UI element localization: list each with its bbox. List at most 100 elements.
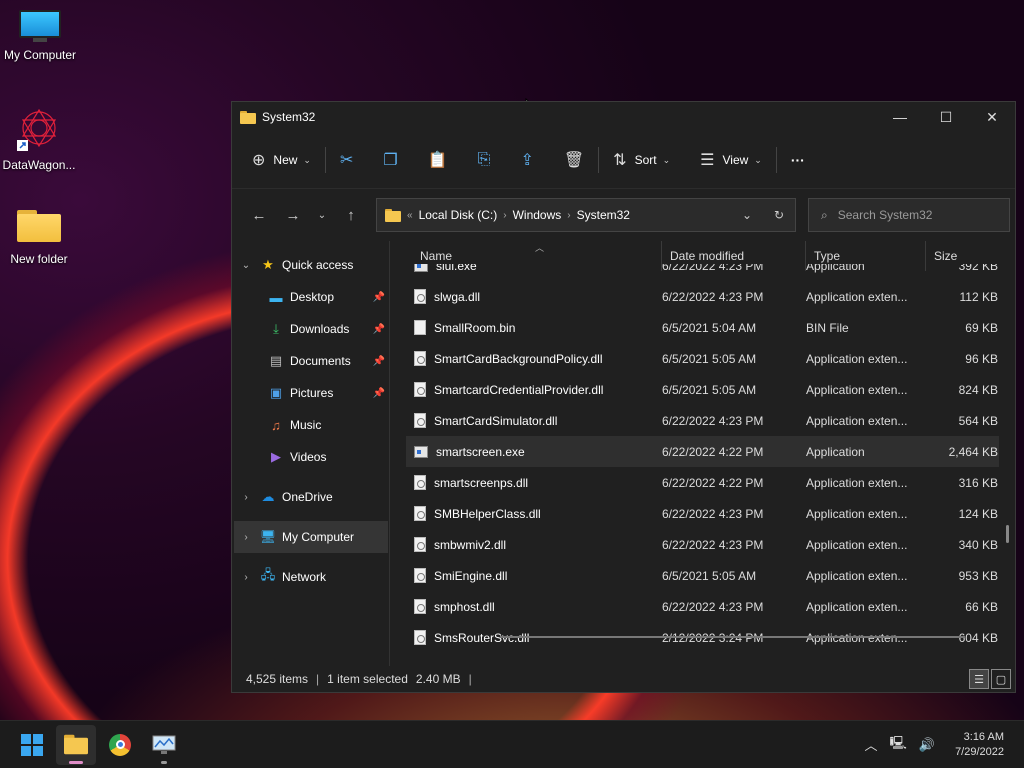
view-button[interactable]: ☰ View ⌄ — [692, 144, 770, 176]
back-button[interactable]: ← — [242, 200, 276, 230]
nav-desktop[interactable]: ▬ Desktop 📌 — [232, 281, 389, 313]
desktop-icon-my-computer[interactable]: My Computer — [0, 10, 80, 62]
file-icon — [414, 537, 426, 552]
file-row[interactable]: SmiEngine.dll 6/5/2021 5:05 AM Application… — [406, 560, 999, 591]
breadcrumb-windows[interactable]: Windows — [513, 208, 562, 222]
copy-icon: ❐ — [383, 152, 398, 169]
file-type: Application exten... — [806, 506, 908, 521]
maximize-button[interactable]: ☐ — [923, 102, 969, 132]
file-row[interactable]: slui.exe 6/22/2022 4:23 PM Application 392 … — [406, 264, 999, 281]
address-history-dropdown[interactable]: ⌄ — [731, 208, 763, 222]
music-icon: ♫ — [271, 417, 281, 433]
address-bar[interactable]: « Local Disk (C:) › Windows › System32 ⌄… — [376, 198, 796, 232]
star-icon: ★ — [262, 257, 274, 272]
file-row[interactable]: SMBHelperClass.dll 6/22/2022 4:23 PM Appli… — [406, 498, 999, 529]
file-row[interactable]: slwga.dll 6/22/2022 4:23 PM Application ex… — [406, 281, 999, 312]
file-name: SmartCardSimulator.dll — [434, 413, 558, 428]
file-row[interactable]: smbwmiv2.dll 6/22/2022 4:23 PM Application… — [406, 529, 999, 560]
rename-button[interactable]: ⎘ — [470, 144, 499, 176]
vertical-scrollbar[interactable] — [1006, 525, 1009, 543]
item-count: 4,525 items — [246, 672, 309, 686]
breadcrumb-system32[interactable]: System32 — [577, 208, 630, 222]
paste-button[interactable]: 📋 — [420, 144, 456, 176]
nav-pictures[interactable]: ▣ Pictures 📌 — [232, 377, 389, 409]
file-row[interactable]: SmartcardCredentialProvider.dll 6/5/2021 … — [406, 374, 999, 405]
file-row[interactable]: SmallRoom.bin 6/5/2021 5:04 AM BIN File 69 … — [406, 312, 999, 343]
nav-my-computer[interactable]: › 🖥 My Computer — [234, 521, 388, 553]
file-icon — [414, 289, 426, 304]
file-row[interactable]: smartscreenps.dll 6/22/2022 4:22 PM Applic… — [406, 467, 999, 498]
chevron-down-icon: ⌄ — [241, 259, 251, 271]
nav-label: My Computer — [282, 530, 355, 544]
desktop-icon-datawagon[interactable]: DataWagon... — [0, 106, 79, 172]
more-options-button[interactable]: ··· — [783, 144, 813, 176]
details-view-button[interactable]: ☰ — [969, 669, 989, 689]
trash-icon: 🗑 — [563, 152, 585, 169]
breadcrumb-local-disk[interactable]: Local Disk (C:) — [419, 208, 498, 222]
file-date: 6/5/2021 5:05 AM — [662, 382, 757, 397]
computer-icon: 🖥 — [259, 529, 277, 544]
tiles-view-button[interactable]: ▢ — [991, 669, 1011, 689]
file-date: 6/5/2021 5:05 AM — [662, 568, 757, 583]
nav-downloads[interactable]: ⤓ Downloads 📌 — [232, 313, 389, 345]
refresh-icon[interactable]: ↻ — [763, 208, 795, 222]
search-placeholder: Search System32 — [837, 208, 933, 222]
network-status-icon[interactable]: 🖳 — [890, 734, 907, 756]
file-row[interactable]: smphost.dll 6/22/2022 4:23 PM Application … — [406, 591, 999, 622]
application-file-icon — [414, 264, 428, 272]
taskbar-file-explorer[interactable] — [56, 724, 96, 765]
search-box[interactable]: ⌕ Search System32 — [808, 198, 1010, 232]
up-button[interactable]: ↑ — [334, 200, 368, 230]
file-row[interactable]: SmartCardBackgroundPolicy.dll 6/5/2021 5:… — [406, 343, 999, 374]
nav-videos[interactable]: ▶ Videos — [232, 441, 389, 473]
nav-documents[interactable]: ▤ Documents 📌 — [232, 345, 389, 377]
file-size: 392 KB — [958, 264, 998, 273]
minimize-button[interactable]: — — [877, 102, 923, 132]
start-button[interactable] — [12, 725, 52, 765]
file-row[interactable]: smartscreen.exe 6/22/2022 4:22 PM Applicat… — [406, 436, 999, 467]
selection-size: 2.40 MB — [415, 672, 461, 686]
volume-icon[interactable]: 🔊 — [919, 737, 935, 753]
file-icon — [414, 413, 426, 428]
recent-locations-button[interactable]: ⌄ — [310, 200, 334, 230]
forward-button[interactable]: → — [276, 200, 310, 230]
taskbar-chrome[interactable] — [100, 725, 140, 765]
divider: | — [316, 672, 320, 686]
taskbar-app[interactable] — [144, 725, 184, 765]
sort-icon: ⇅ — [613, 152, 627, 169]
pin-icon: 📌 — [372, 291, 385, 303]
nav-network[interactable]: › 🖧 Network — [232, 561, 389, 593]
horizontal-scrollbar[interactable] — [500, 636, 965, 638]
folder-icon — [17, 208, 61, 242]
nav-music[interactable]: ♫ Music — [232, 409, 389, 441]
cut-button[interactable]: ✂ — [332, 144, 361, 176]
clock[interactable]: 3:16 AM 7/29/2022 — [955, 730, 1004, 760]
file-name: SmartcardCredentialProvider.dll — [434, 382, 604, 397]
nav-quick-access[interactable]: ⌄ ★ Quick access — [232, 249, 389, 281]
copy-button[interactable]: ❐ — [375, 144, 405, 176]
desktop-icon-new-folder[interactable]: New folder — [0, 208, 79, 266]
file-icon — [414, 382, 426, 397]
file-date: 6/22/2022 4:23 PM — [662, 506, 764, 521]
file-size: 2,464 KB — [948, 444, 998, 459]
folder-icon — [385, 208, 401, 222]
file-type: BIN File — [806, 320, 849, 335]
close-button[interactable]: ✕ — [969, 102, 1015, 132]
new-button[interactable]: ⊕ New ⌄ — [244, 144, 319, 176]
file-name: smartscreen.exe — [436, 444, 525, 459]
video-icon: ▶ — [271, 449, 281, 464]
file-icon — [414, 568, 426, 583]
sort-button[interactable]: ⇅ Sort ⌄ — [605, 144, 678, 176]
divider — [775, 147, 777, 173]
nav-onedrive[interactable]: › ☁ OneDrive — [232, 481, 389, 513]
share-button[interactable]: ⇪ — [512, 144, 541, 176]
show-hidden-icons-button[interactable]: ︿ — [865, 735, 878, 754]
title-bar[interactable]: System32 — ☐ ✕ — [232, 102, 1015, 132]
pin-icon: 📌 — [372, 387, 385, 399]
rename-icon: ⎘ — [477, 151, 491, 168]
file-row[interactable]: SmartCardSimulator.dll 6/22/2022 4:23 PM A… — [406, 405, 999, 436]
nav-label: Videos — [290, 450, 327, 464]
file-name: SMBHelperClass.dll — [434, 506, 541, 521]
new-label: New — [273, 153, 298, 167]
delete-button[interactable]: 🗑 — [556, 144, 592, 176]
